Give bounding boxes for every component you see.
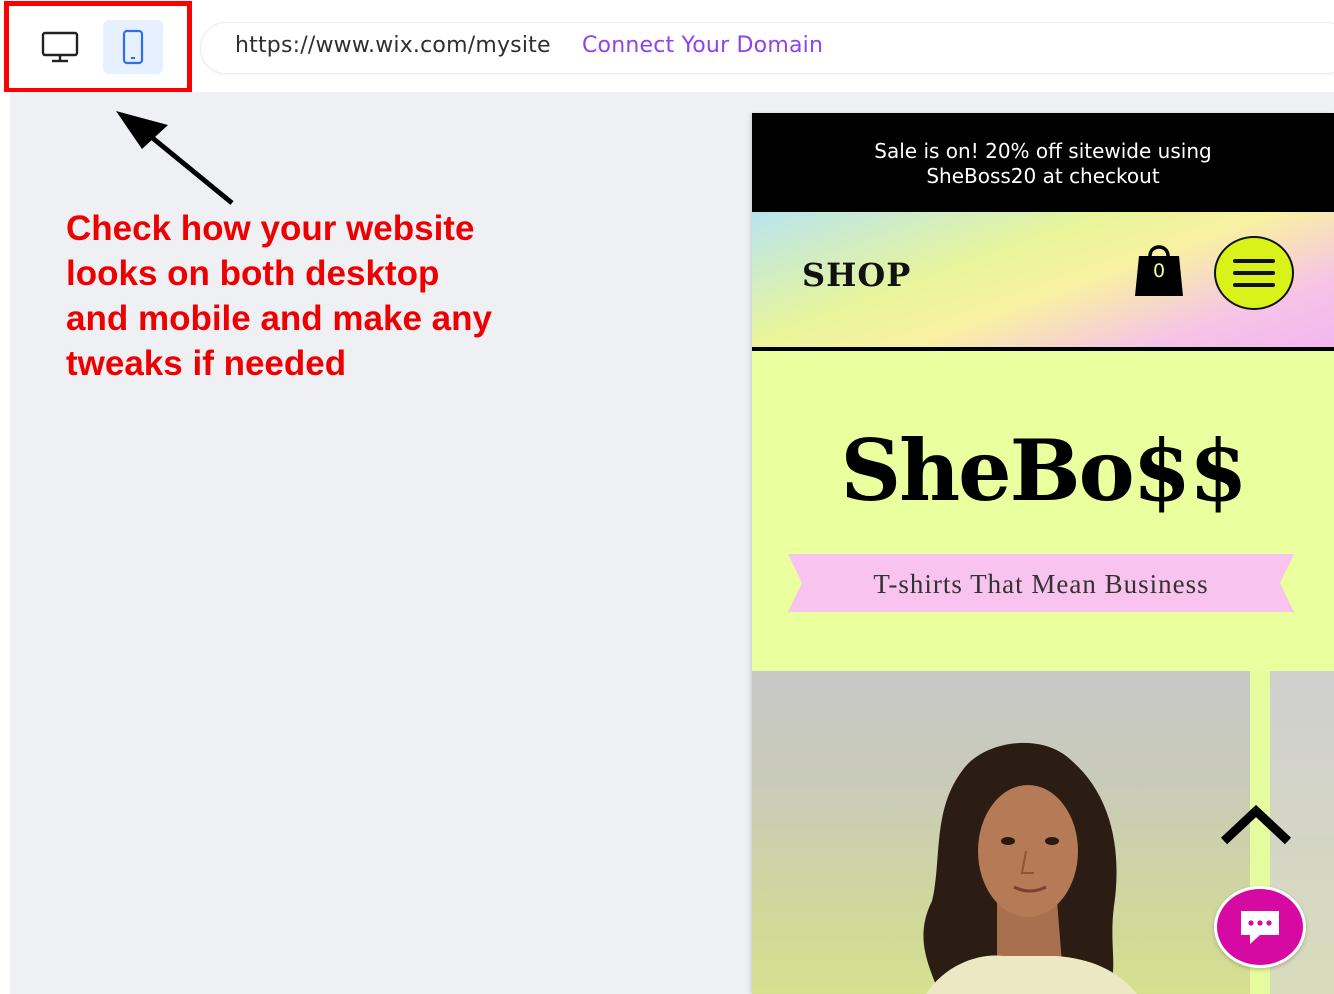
hamburger-menu-button[interactable] [1214,236,1294,310]
menu-line [1233,271,1275,275]
chevron-up-icon[interactable] [1218,801,1294,847]
chat-button[interactable] [1214,886,1306,968]
brand-title: SheBo$$ [840,421,1247,520]
hero-section: SheBo$$ T-shirts That Mean Business [752,351,1334,671]
promo-line-1: Sale is on! 20% off sitewide using [874,139,1212,163]
menu-line [1233,283,1275,287]
tagline: T-shirts That Mean Business [873,569,1209,599]
canvas-edge [0,92,10,994]
editor-toolbar: https://www.wix.com/mysite Connect Your … [0,0,1334,93]
model-portrait [923,742,1137,994]
promo-bar: Sale is on! 20% off sitewide using SheBo… [752,113,1334,212]
site-header: SHOP 0 [752,212,1334,351]
connect-domain-link[interactable]: Connect Your Domain [582,33,823,58]
pointer-arrow-icon [116,111,234,205]
hamburger-menu-icon [1233,259,1275,263]
shop-link[interactable]: SHOP [802,256,911,294]
highlight-box [4,1,192,93]
mobile-preview: Sale is on! 20% off sitewide using SheBo… [752,113,1334,994]
site-url: https://www.wix.com/mysite [235,33,551,58]
promo-line-2: SheBoss20 at checkout [926,164,1160,188]
chat-icon [1241,911,1279,944]
annotation-text: Check how your website looks on both des… [66,209,492,383]
cart-count: 0 [1152,260,1166,282]
